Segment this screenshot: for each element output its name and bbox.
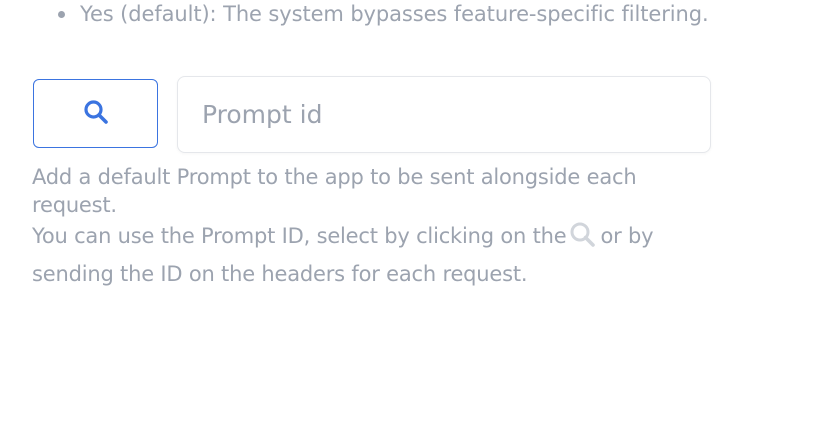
help-line-1: Add a default Prompt to the app to be se… (32, 165, 637, 217)
option-list: Yes (default): The system bypasses featu… (58, 0, 718, 28)
search-prompt-button[interactable] (33, 79, 158, 148)
help-line-2: You can use the Prompt ID, select by cli… (32, 219, 722, 291)
bullet-dot (58, 11, 65, 18)
help-line-2-prefix: You can use the Prompt ID, select by cli… (32, 224, 567, 248)
help-text: Add a default Prompt to the app to be se… (32, 163, 722, 291)
option-list-item: Yes (default): The system bypasses featu… (80, 2, 709, 26)
prompt-id-input[interactable] (177, 76, 711, 153)
search-icon (82, 98, 110, 130)
search-icon (569, 221, 597, 257)
